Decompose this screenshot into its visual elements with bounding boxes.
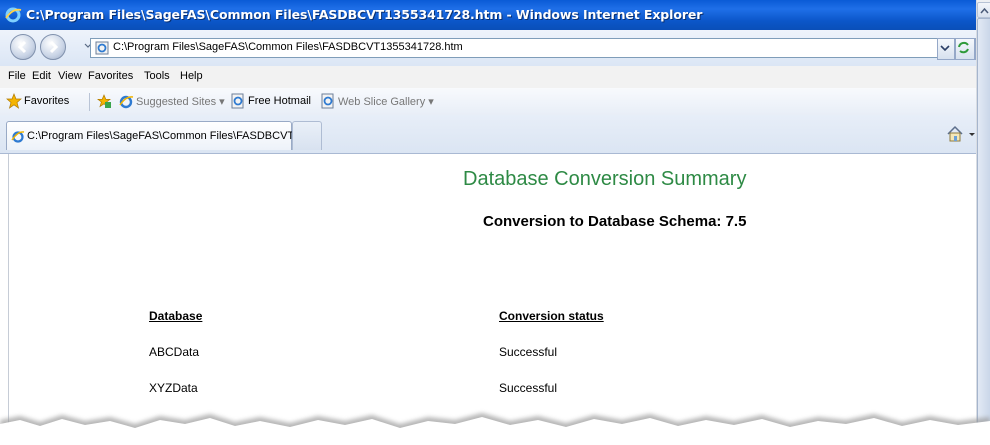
chevron-down-icon[interactable] (968, 131, 976, 139)
forward-arrow-icon (49, 40, 59, 54)
ie-logo-icon (5, 7, 22, 23)
forward-button[interactable] (40, 34, 66, 60)
page-title: Database Conversion Summary (463, 168, 747, 190)
suggested-sites-icon (119, 95, 134, 109)
torn-edge-decoration (0, 413, 990, 445)
address-dropdown-button[interactable] (937, 38, 955, 60)
new-tab-button[interactable] (292, 121, 322, 150)
address-toolbar: C:\Program Files\SageFAS\Common Files\FA… (0, 30, 990, 67)
table-cell-database: XYZData (149, 381, 198, 395)
ie-logo-icon (11, 131, 25, 143)
vertical-scrollbar[interactable] (976, 0, 990, 445)
menu-tools[interactable]: Tools (144, 70, 170, 82)
column-header-conversion-status: Conversion status (499, 309, 604, 323)
favorites-bar: Favorites Suggested Sites ▾ Free Hotmail… (0, 88, 990, 116)
tab-label: C:\Program Files\SageFAS\Common Files\FA… (27, 130, 310, 142)
page-icon (231, 93, 244, 109)
favorites-button[interactable]: Favorites (24, 95, 69, 107)
home-icon[interactable] (946, 125, 964, 143)
free-hotmail-link[interactable]: Free Hotmail (248, 95, 311, 107)
window-title: C:\Program Files\SageFAS\Common Files\FA… (26, 7, 703, 22)
table-cell-status: Successful (499, 345, 558, 359)
address-input[interactable]: C:\Program Files\SageFAS\Common Files\FA… (90, 38, 938, 58)
tab-bar: C:\Program Files\SageFAS\Common Files\FA… (0, 115, 990, 154)
browser-window: C:\Program Files\SageFAS\Common Files\FA… (0, 0, 990, 445)
page-icon (95, 41, 109, 55)
menu-view[interactable]: View (58, 70, 82, 82)
star-icon (6, 93, 22, 109)
menu-edit[interactable]: Edit (32, 70, 51, 82)
page-subtitle: Conversion to Database Schema: 7.5 (483, 213, 747, 230)
back-arrow-icon (17, 40, 27, 54)
address-url: C:\Program Files\SageFAS\Common Files\FA… (113, 41, 463, 53)
scroll-up-button[interactable] (977, 2, 990, 18)
suggested-sites-link[interactable]: Suggested Sites ▾ (136, 95, 225, 108)
menu-help[interactable]: Help (180, 70, 203, 82)
title-bar: C:\Program Files\SageFAS\Common Files\FA… (0, 0, 990, 30)
add-to-favorites-icon[interactable] (96, 93, 112, 109)
column-header-database: Database (149, 309, 203, 323)
refresh-icon (958, 41, 969, 54)
tab-active[interactable]: C:\Program Files\SageFAS\Common Files\FA… (6, 121, 309, 150)
scroll-thumb[interactable] (977, 18, 990, 442)
chevron-up-icon (980, 7, 989, 14)
page-icon (321, 93, 334, 109)
separator (89, 93, 90, 111)
refresh-button[interactable] (955, 38, 975, 60)
menu-favorites[interactable]: Favorites (88, 70, 133, 82)
menu-bar: File Edit View Favorites Tools Help (0, 66, 990, 89)
menu-file[interactable]: File (8, 70, 26, 82)
web-slice-gallery-link[interactable]: Web Slice Gallery ▾ (338, 95, 434, 108)
chevron-down-icon (940, 45, 950, 52)
back-button[interactable] (10, 34, 36, 60)
table-cell-database: ABCData (149, 345, 200, 359)
table-cell-status: Successful (499, 381, 558, 395)
